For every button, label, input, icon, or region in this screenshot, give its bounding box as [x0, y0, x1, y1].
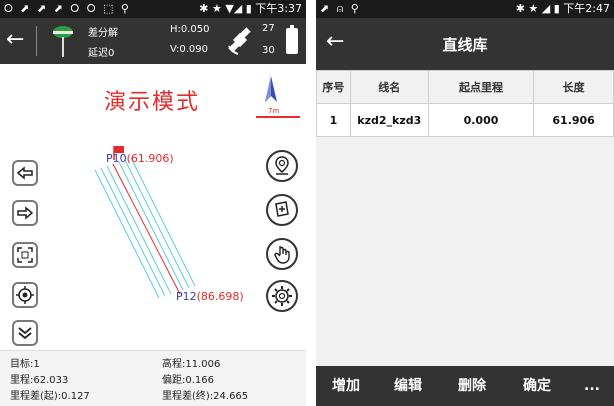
delay-status: 延迟0: [88, 48, 115, 59]
add-button[interactable]: 增加: [316, 366, 376, 406]
more-button[interactable]: ...: [570, 366, 614, 406]
column-header-index: 序号: [316, 70, 351, 104]
gnss-header: ← 差分解 延迟0 H:0.050 V:0.090 27 30: [0, 18, 306, 64]
table-row[interactable]: 1 kzd2_kzd3 0.000 61.906: [316, 103, 614, 137]
point-button[interactable]: [266, 150, 298, 182]
scale-label: 7m: [268, 107, 280, 115]
expand-button[interactable]: [12, 320, 38, 346]
delete-button[interactable]: 删除: [440, 366, 504, 406]
rover-icon[interactable]: [52, 24, 74, 58]
arrow-left-icon: [16, 166, 33, 180]
cell-start: 0.000: [427, 103, 535, 137]
locate-button[interactable]: [12, 282, 38, 308]
end-diff-value: 里程差(终):24.665: [162, 391, 249, 402]
v-precision: V:0.090: [170, 44, 209, 55]
screen-gap: [306, 0, 316, 406]
fit-extent-icon: [17, 247, 33, 263]
h-precision: H:0.050: [170, 24, 210, 35]
battery-icon: [286, 25, 298, 54]
status-right: ✱ ★ ◢ ▮ 下午2:47: [515, 2, 610, 15]
status-bar: ⬈ ⍝ ⚲ ✱ ★ ◢ ▮ 下午2:47: [316, 0, 614, 18]
map-add-icon: [275, 201, 289, 217]
edit-button[interactable]: 编辑: [378, 366, 438, 406]
crosshair-icon: [16, 286, 34, 304]
action-bar: 增加 编辑 删除 确定 ...: [316, 366, 614, 406]
zoom-extent-button[interactable]: [12, 242, 38, 268]
pan-left-button[interactable]: [12, 160, 38, 186]
satellites-total: 30: [262, 45, 275, 56]
pan-right-button[interactable]: [12, 200, 38, 226]
notification-icons: ⬈ ⍝ ⚲: [320, 2, 361, 15]
column-header-start: 起点里程: [427, 70, 535, 104]
cell-name: kzd2_kzd3: [349, 103, 429, 137]
hand-pointer-icon: [274, 246, 290, 264]
column-header-length: 长度: [533, 70, 614, 104]
stakeout-screen: ⭘ ⬈ ⬈ ⬈ ⭘ ⭘ ⬚ ⚲ ✱ ★ ▼◢ ▮ 下午3:37 ← 差分解 延迟…: [0, 0, 306, 406]
table-header: 序号 线名 起点里程 长度: [316, 70, 614, 104]
page-title: 直线库: [442, 36, 488, 54]
north-arrow-icon: [265, 76, 277, 102]
satellite-icon[interactable]: [226, 26, 256, 56]
cell-length: 61.906: [533, 103, 614, 137]
add-map-button[interactable]: [266, 194, 298, 226]
column-header-name: 线名: [349, 70, 429, 104]
confirm-button[interactable]: 确定: [506, 366, 568, 406]
notification-icons: ⭘ ⬈ ⬈ ⬈ ⭘ ⭘ ⬚ ⚲: [4, 2, 131, 15]
status-bar: ⭘ ⬈ ⬈ ⬈ ⭘ ⭘ ⬚ ⚲ ✱ ★ ▼◢ ▮ 下午3:37: [0, 0, 306, 18]
arrow-right-icon: [17, 206, 34, 220]
fix-status: 差分解: [88, 28, 118, 39]
satellites-used: 27: [262, 23, 275, 34]
demo-mode-title: 演示模式: [104, 90, 201, 115]
mileage-value: 里程:62.033: [10, 375, 69, 386]
line-table: 序号 线名 起点里程 长度 1 kzd2_kzd3 0.000 61.906: [316, 70, 614, 137]
double-chevron-down-icon: [18, 327, 32, 340]
scale-bar: [256, 116, 300, 118]
cell-index: 1: [316, 103, 351, 137]
back-button[interactable]: ←: [6, 28, 24, 52]
location-pin-icon: [275, 156, 289, 175]
elevation-value: 高程:11.006: [162, 359, 221, 370]
touch-mode-button[interactable]: [266, 238, 298, 270]
line-library-screen: ⬈ ⍝ ⚲ ✱ ★ ◢ ▮ 下午2:47 ← 直线库 序号 线名 起点里程 长度…: [316, 0, 614, 406]
offset-value: 偏距:0.166: [162, 375, 214, 386]
start-diff-value: 里程差(起):0.127: [10, 391, 90, 402]
end-point-label: P12(86.698): [176, 290, 244, 303]
status-right: ✱ ★ ▼◢ ▮ 下午3:37: [199, 2, 302, 15]
app-bar: ← 直线库: [316, 18, 614, 70]
header-divider: [36, 26, 37, 56]
settings-button[interactable]: [266, 280, 298, 312]
gear-icon: [272, 286, 292, 306]
start-point-label: P10(61.906): [106, 152, 174, 165]
target-value: 目标:1: [10, 359, 40, 370]
stakeout-info-panel: 目标:1 高程:11.006 里程:62.033 偏距:0.166 里程差(起)…: [0, 350, 306, 406]
